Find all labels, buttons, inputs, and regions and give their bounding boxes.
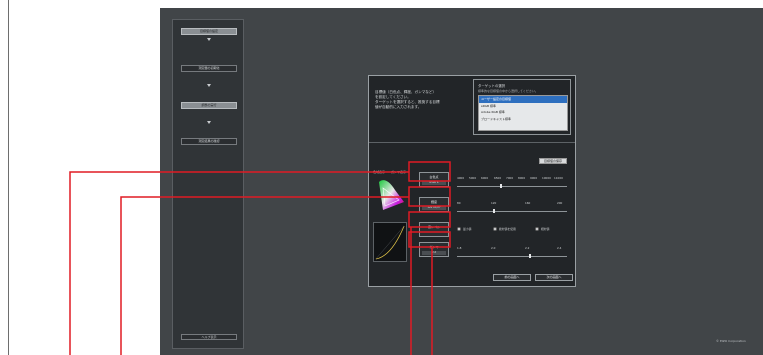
gamma-value[interactable]: 2.2 bbox=[422, 251, 446, 255]
luminance-tick: 80 bbox=[457, 201, 461, 205]
white-tick: 4000 bbox=[457, 176, 465, 180]
white-tick: 6000 bbox=[481, 176, 489, 180]
instruction-text: 目標値（白色点、輝度、ガンマなど） を設定してください。 ターゲットを選択すると… bbox=[375, 90, 470, 110]
back-button[interactable]: 前の画面へ bbox=[493, 274, 531, 281]
next-button[interactable]: 次の画面へ bbox=[535, 274, 573, 281]
luminance-tick: 160 bbox=[525, 201, 531, 205]
gamma-curve-graph bbox=[373, 222, 407, 262]
target-selection-subtitle: 標準的な目標値の中から選択してください。 bbox=[478, 89, 538, 93]
white-point-param[interactable]: 白色点 6500 K bbox=[419, 172, 449, 187]
instruction-line: 値が自動的に入力されます。 bbox=[375, 105, 422, 109]
step-button-result[interactable]: 測定結果の確認 bbox=[181, 138, 237, 145]
step-button-adjust[interactable]: 調整の実行 bbox=[181, 102, 237, 109]
gamma-tick: 2.2 bbox=[525, 246, 530, 250]
target-settings-dialog: 目標値（白色点、輝度、ガンマなど） を設定してください。 ターゲットを選択すると… bbox=[368, 75, 576, 287]
radio-icon bbox=[457, 227, 461, 231]
step-arrow-icon bbox=[207, 84, 211, 87]
step-button-target[interactable]: 目標値の設定 bbox=[181, 28, 237, 35]
target-list-item[interactable]: ユーザー設定の目標値 bbox=[479, 96, 567, 103]
step-arrow-icon bbox=[207, 121, 211, 124]
white-point-slider[interactable]: 4000 5000 6000 6500 7000 8000 9000 10000… bbox=[457, 176, 567, 190]
white-tick: 10000 bbox=[542, 176, 551, 180]
gamma-track bbox=[457, 256, 567, 257]
black-option-relative[interactable]: 相対値 bbox=[535, 227, 549, 231]
luminance-tick: 200 bbox=[557, 201, 563, 205]
white-point-track bbox=[457, 186, 567, 187]
white-point-knob[interactable] bbox=[500, 184, 502, 188]
target-list-item[interactable]: sRGB 標準 bbox=[479, 103, 567, 110]
copyright-text: © EIZO Corporation bbox=[716, 339, 746, 343]
black-option-label: 相対値 bbox=[541, 227, 550, 231]
white-tick: 6500 bbox=[494, 176, 502, 180]
luminance-value[interactable]: 120 cd/m² bbox=[422, 206, 446, 210]
help-button[interactable]: ヘルプ表示 bbox=[181, 334, 237, 340]
save-target-button[interactable]: 目標値の保存 bbox=[539, 158, 567, 164]
gamma-tick: 1.8 bbox=[457, 246, 462, 250]
luminance-slider[interactable]: 80 120 160 200 bbox=[457, 201, 567, 215]
black-option-min[interactable]: 最小値 bbox=[457, 227, 471, 231]
color-gamut-diagram bbox=[379, 180, 404, 210]
step-button-init[interactable]: 測定器の初期化 bbox=[181, 65, 237, 72]
luminance-knob[interactable] bbox=[493, 209, 495, 213]
wizard-sidebar: 目標値の設定 測定器の初期化 調整の実行 測定結果の確認 ヘルプ表示 bbox=[172, 19, 244, 349]
luminance-label: 輝度 bbox=[430, 200, 437, 204]
target-selection-title: ターゲットの選択 bbox=[478, 84, 506, 88]
gamma-tick: 2.0 bbox=[491, 246, 496, 250]
white-tick: 8000 bbox=[518, 176, 526, 180]
white-point-label: 白色点 bbox=[429, 175, 439, 179]
white-tick: 5000 bbox=[469, 176, 477, 180]
luminance-tick: 120 bbox=[491, 201, 497, 205]
target-list-item[interactable]: ブロードキャスト標準 bbox=[479, 116, 567, 123]
gamma-knob[interactable] bbox=[529, 254, 531, 258]
gamma-param[interactable]: ガンマ 2.2 bbox=[419, 242, 449, 257]
black-level-param[interactable]: 黒レベル bbox=[419, 222, 449, 237]
black-option-label: 絶対値を使用 bbox=[499, 227, 516, 231]
black-level-label: 黒レベル bbox=[427, 225, 440, 229]
step-arrow-icon bbox=[207, 38, 211, 41]
radio-icon bbox=[493, 227, 497, 231]
radio-icon bbox=[535, 227, 539, 231]
white-point-value[interactable]: 6500 K bbox=[422, 181, 446, 185]
white-tick: 11000 bbox=[554, 176, 563, 180]
white-tick: 7000 bbox=[506, 176, 514, 180]
target-list-item[interactable]: Adobe RGB 標準 bbox=[479, 109, 567, 116]
white-tick: 9000 bbox=[530, 176, 538, 180]
frame-edge-line bbox=[8, 0, 9, 355]
gamma-slider[interactable]: 1.8 2.0 2.2 2.4 bbox=[457, 246, 567, 260]
luminance-track bbox=[457, 211, 567, 212]
software-window: 目標値の設定 測定器の初期化 調整の実行 測定結果の確認 ヘルプ表示 目標値（白… bbox=[160, 8, 763, 355]
dialog-divider bbox=[369, 142, 575, 143]
gamut-header: 色域表示 bbox=[373, 170, 386, 174]
gamma-header: ガンマ表示 bbox=[391, 170, 407, 174]
black-option-label: 最小値 bbox=[463, 227, 472, 231]
gamma-label: ガンマ bbox=[429, 245, 439, 249]
black-option-absolute[interactable]: 絶対値を使用 bbox=[493, 227, 516, 231]
target-selection-box: ターゲットの選択 標準的な目標値の中から選択してください。 ユーザー設定の目標値… bbox=[473, 79, 571, 135]
target-list: ユーザー設定の目標値 sRGB 標準 Adobe RGB 標準 ブロードキャスト… bbox=[478, 95, 568, 131]
gamma-tick: 2.4 bbox=[557, 246, 562, 250]
luminance-param[interactable]: 輝度 120 cd/m² bbox=[419, 197, 449, 212]
